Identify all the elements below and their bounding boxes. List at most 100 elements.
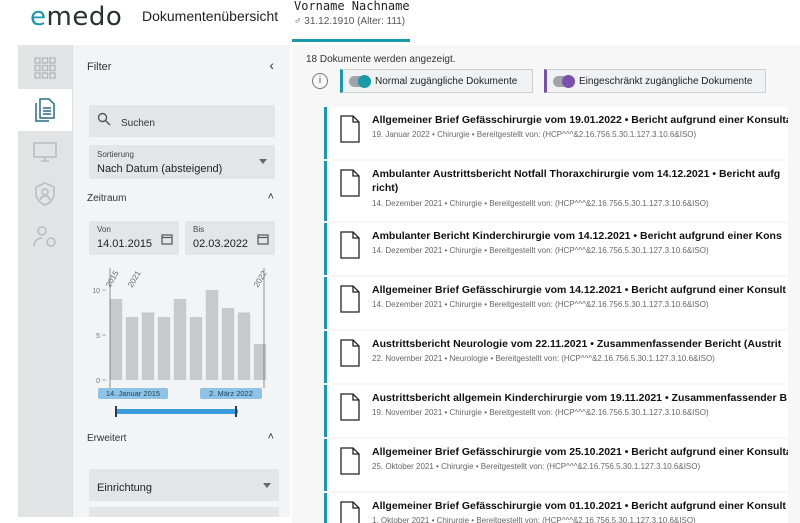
document-meta: 14. Dezember 2021 • Chirurgie • Bereitge…	[372, 199, 709, 208]
year-label: 2022	[252, 269, 269, 289]
document-meta: 14. Dezember 2021 • Chirurgie • Bereitge…	[372, 300, 709, 309]
collapse-panel-button[interactable]: ‹	[269, 57, 274, 73]
sort-value: Nach Datum (absteigend)	[97, 163, 223, 175]
document-title: Austrittsbericht allgemein Kinderchirurg…	[372, 392, 788, 404]
info-icon[interactable]: i	[312, 73, 328, 89]
document-row[interactable]: Allgemeiner Brief Gefässchirurgie vom 25…	[324, 439, 788, 491]
user-settings-icon	[33, 226, 56, 247]
shield-user-icon	[35, 182, 55, 206]
search-placeholder: Suchen	[121, 118, 155, 129]
to-date-field[interactable]: Bis 02.03.2022	[185, 221, 275, 255]
y-tick-label: 10	[92, 288, 100, 295]
year-label: 2015	[104, 269, 121, 289]
switch-knob	[358, 75, 371, 88]
document-title: Allgemeiner Brief Gefässchirurgie vom 14…	[372, 284, 786, 296]
document-title: Austrittsbericht Neurologie vom 22.11.20…	[372, 338, 782, 350]
histogram-bar[interactable]	[141, 312, 155, 381]
document-row[interactable]: Ambulanter Austrittsbericht Notfall Thor…	[324, 161, 788, 221]
document-meta: 19. November 2021 • Chirurgie • Bereitge…	[372, 408, 709, 417]
document-title-continued: richt)	[372, 182, 399, 194]
calendar-icon[interactable]	[161, 233, 173, 245]
calendar-icon[interactable]	[257, 233, 269, 245]
logo-letter: e	[30, 2, 47, 32]
document-file-icon	[340, 339, 360, 367]
sort-select[interactable]: Sortierung Nach Datum (absteigend)	[89, 145, 275, 179]
range-slider-start-handle[interactable]	[115, 406, 117, 417]
document-row[interactable]: Allgemeiner Brief Gefässchirurgie vom 19…	[324, 107, 788, 159]
patient-tab[interactable]: Vorname Nachname ♂ 31.12.1910 (Alter: 11…	[292, 0, 410, 42]
document-title: Allgemeiner Brief Gefässchirurgie vom 25…	[372, 446, 788, 458]
rail-item-dashboard[interactable]	[18, 47, 72, 89]
y-tick-label: 0	[96, 378, 100, 385]
main-content: 18 Dokumente werden angezeigt. i Normal …	[292, 45, 800, 523]
histogram-bar[interactable]	[125, 317, 139, 380]
document-file-icon	[340, 285, 360, 313]
document-title: Ambulanter Bericht Kinderchirurgie vom 1…	[372, 230, 782, 242]
document-row[interactable]: Austrittsbericht allgemein Kinderchirurg…	[324, 385, 788, 437]
document-file-icon	[340, 501, 360, 523]
to-label: Bis	[193, 225, 205, 234]
document-row[interactable]: Allgemeiner Brief Gefässchirurgie vom 01…	[324, 493, 788, 523]
range-slider-end-handle[interactable]	[235, 406, 237, 417]
document-file-icon	[340, 169, 360, 197]
year-label: 2021	[126, 269, 143, 289]
switch-track	[553, 75, 575, 88]
toggle-normal-label: Normal zugängliche Dokumente	[375, 76, 518, 87]
range-start-label-text: 14. Januar 2015	[106, 389, 160, 398]
app-logo[interactable]: emedo	[30, 2, 122, 32]
histogram-bar[interactable]	[189, 317, 203, 380]
document-file-icon	[340, 231, 360, 259]
search-icon	[97, 112, 111, 126]
y-tick-label: 5	[96, 333, 100, 340]
document-meta: 25. Oktober 2021 • Chirurgie • Bereitges…	[372, 462, 701, 471]
zeitraum-toggle-button[interactable]: ˄	[268, 191, 274, 203]
erweitert-label: Erweitert	[87, 433, 127, 444]
histogram-bar[interactable]	[173, 299, 187, 380]
range-start-label[interactable]: 14. Januar 2015	[98, 388, 168, 399]
app-title: Dokumentenübersicht	[142, 8, 279, 24]
histogram-bar[interactable]	[157, 317, 171, 380]
histogram-bar[interactable]	[205, 290, 219, 380]
from-value: 14.01.2015	[97, 238, 153, 250]
document-title: Allgemeiner Brief Gefässchirurgie vom 01…	[372, 500, 786, 512]
rail-item-access[interactable]	[18, 173, 72, 215]
document-row[interactable]: Austrittsbericht Neurologie vom 22.11.20…	[324, 331, 788, 383]
search-input[interactable]: Suchen	[89, 105, 275, 137]
einrichtung-select[interactable]: Einrichtung	[89, 469, 279, 501]
document-file-icon	[340, 115, 360, 143]
rail-item-user-settings[interactable]	[18, 215, 72, 257]
toggle-normal-documents[interactable]: Normal zugängliche Dokumente	[340, 69, 533, 93]
document-list: Allgemeiner Brief Gefässchirurgie vom 19…	[304, 107, 788, 523]
range-end-label[interactable]: 2. März 2022	[200, 388, 262, 399]
chevron-down-icon	[263, 483, 271, 488]
from-date-field[interactable]: Von 14.01.2015	[89, 221, 179, 255]
document-meta: 19. Januar 2022 • Chirurgie • Bereitgest…	[372, 130, 697, 139]
nav-rail	[18, 45, 72, 517]
document-row[interactable]: Ambulanter Bericht Kinderchirurgie vom 1…	[324, 223, 788, 275]
document-title: Ambulanter Austrittsbericht Notfall Thor…	[372, 168, 781, 180]
histogram-bar[interactable]	[237, 312, 251, 381]
document-file-icon	[340, 447, 360, 475]
documents-icon	[35, 98, 55, 122]
logo-rest: medo	[46, 2, 123, 32]
erweitert-toggle-button[interactable]: ˄	[268, 431, 274, 443]
patient-dob: ♂ 31.12.1910 (Alter: 111)	[294, 16, 406, 27]
patient-name: Vorname Nachname	[294, 0, 410, 13]
rail-item-documents[interactable]	[18, 89, 72, 131]
sort-label: Sortierung	[97, 150, 134, 159]
range-slider-track[interactable]	[116, 409, 238, 414]
switch-knob	[562, 75, 575, 88]
range-end-label-text: 2. März 2022	[209, 389, 253, 398]
histogram-bar[interactable]	[109, 299, 123, 380]
to-value: 02.03.2022	[193, 238, 249, 250]
document-row[interactable]: Allgemeiner Brief Gefässchirurgie vom 14…	[324, 277, 788, 329]
next-filter-field[interactable]	[89, 507, 279, 517]
zeitraum-label: Zeitraum	[87, 193, 127, 204]
date-histogram-chart: 0 5 10 2015 2021 2022 14. Januar 2015 2. März …	[92, 268, 269, 417]
top-bar: emedo Dokumentenübersicht Vorname Nachna…	[0, 0, 800, 42]
toggle-restricted-documents[interactable]: Eingeschränkt zugängliche Dokumente	[544, 69, 766, 93]
histogram-bar[interactable]	[221, 308, 235, 380]
rail-item-monitor[interactable]	[18, 131, 72, 173]
einrichtung-label: Einrichtung	[97, 482, 153, 494]
chevron-down-icon	[259, 159, 267, 164]
